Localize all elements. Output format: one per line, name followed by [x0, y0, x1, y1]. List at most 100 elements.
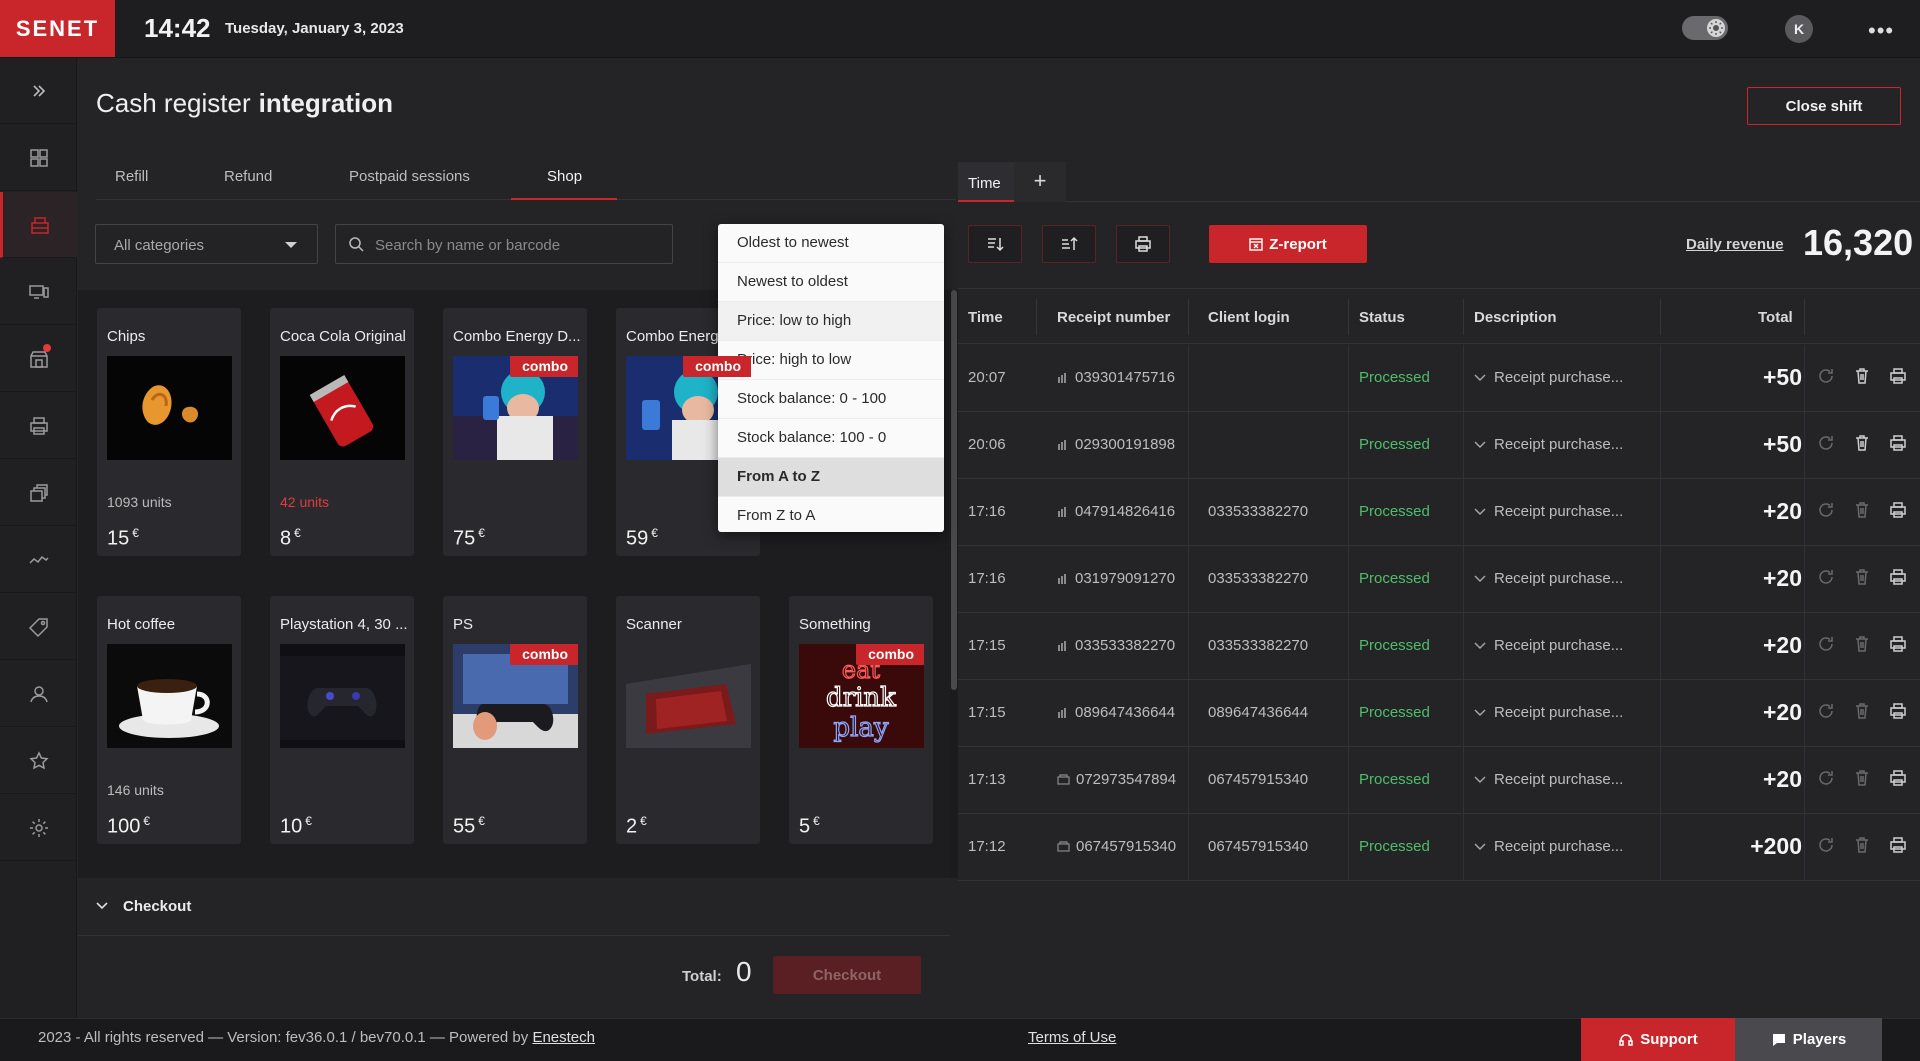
- tab-refill[interactable]: Refill: [115, 168, 148, 185]
- cash-register-icon[interactable]: [0, 192, 77, 258]
- checkout-button[interactable]: Checkout: [773, 956, 921, 994]
- product-search-input[interactable]: Search by name or barcode: [335, 224, 673, 264]
- chevron-down-icon[interactable]: [1474, 776, 1486, 784]
- printer-icon[interactable]: [0, 393, 77, 459]
- printer-icon[interactable]: [1888, 567, 1908, 587]
- receipt-description[interactable]: Receipt purchase...: [1494, 369, 1623, 386]
- printer-icon[interactable]: [1888, 835, 1908, 855]
- support-button[interactable]: Support: [1581, 1018, 1735, 1061]
- settings-icon[interactable]: [0, 795, 77, 861]
- receipt-row[interactable]: 17:13 072973547894 067457915340 Processed Re…: [958, 747, 1920, 814]
- trash-icon[interactable]: [1852, 768, 1872, 788]
- column-client-login[interactable]: Client login: [1208, 309, 1290, 326]
- tab-time[interactable]: Time: [958, 162, 1014, 202]
- add-tab-button[interactable]: +: [1014, 162, 1066, 202]
- refresh-icon[interactable]: [1816, 366, 1836, 386]
- tab-shop[interactable]: Shop: [547, 168, 582, 185]
- sort-option[interactable]: Stock balance: 0 - 100: [718, 380, 944, 419]
- refresh-icon[interactable]: [1816, 567, 1836, 587]
- sort-option[interactable]: From Z to A: [718, 497, 944, 532]
- enestech-link[interactable]: Enestech: [532, 1029, 595, 1046]
- refresh-icon[interactable]: [1816, 500, 1836, 520]
- senet-logo[interactable]: SENET: [0, 0, 115, 57]
- product-card[interactable]: PS combo 55 €: [443, 596, 587, 844]
- chevron-down-icon[interactable]: [1474, 508, 1486, 516]
- tab-postpaid-sessions[interactable]: Postpaid sessions: [349, 168, 470, 185]
- sort-option[interactable]: Oldest to newest: [718, 224, 944, 263]
- chevron-down-icon[interactable]: [1474, 575, 1486, 583]
- receipt-row[interactable]: 20:06 029300191898 Processed Receipt purcha…: [958, 412, 1920, 479]
- chevron-down-icon[interactable]: [1474, 441, 1486, 449]
- receipt-row[interactable]: 17:15 089647436644 089647436644 Processed Re…: [958, 680, 1920, 747]
- printer-icon[interactable]: [1888, 500, 1908, 520]
- checkout-section[interactable]: Checkout: [78, 878, 950, 936]
- more-menu-icon[interactable]: •••: [1868, 18, 1894, 44]
- chevron-down-icon[interactable]: [1474, 709, 1486, 717]
- column-total[interactable]: Total: [1758, 309, 1793, 326]
- promo-icon[interactable]: [0, 594, 77, 660]
- refresh-icon[interactable]: [1816, 433, 1836, 453]
- receipt-row[interactable]: 17:16 031979091270 033533382270 Processed Re…: [958, 546, 1920, 613]
- printer-icon[interactable]: [1888, 701, 1908, 721]
- star-icon[interactable]: [0, 728, 77, 794]
- close-shift-button[interactable]: Close shift: [1747, 87, 1901, 125]
- product-card[interactable]: Combo Energy D... combo 75 €: [443, 308, 587, 556]
- trash-icon[interactable]: [1852, 567, 1872, 587]
- receipt-row[interactable]: 20:07 039301475716 Processed Receipt purcha…: [958, 345, 1920, 412]
- column-status[interactable]: Status: [1359, 309, 1405, 326]
- chevron-down-icon[interactable]: [1474, 374, 1486, 382]
- receipt-description[interactable]: Receipt purchase...: [1494, 570, 1623, 587]
- product-card[interactable]: Something combo eat drink play 5 €: [789, 596, 933, 844]
- product-card[interactable]: Scanner 2 €: [616, 596, 760, 844]
- product-scrollbar-thumb[interactable]: [951, 290, 957, 690]
- column-description[interactable]: Description: [1474, 309, 1557, 326]
- refresh-icon[interactable]: [1816, 701, 1836, 721]
- trash-icon[interactable]: [1852, 835, 1872, 855]
- trash-icon[interactable]: [1852, 433, 1872, 453]
- product-card[interactable]: Coca Cola Original 42 units 8 €: [270, 308, 414, 556]
- sort-option[interactable]: Price: high to low: [718, 341, 944, 380]
- chevron-down-icon[interactable]: [1474, 843, 1486, 851]
- shop-icon[interactable]: [0, 326, 77, 392]
- printer-icon[interactable]: [1888, 366, 1908, 386]
- product-card[interactable]: Chips 1093 units 15 €: [97, 308, 241, 556]
- receipt-description[interactable]: Receipt purchase...: [1494, 704, 1623, 721]
- receipt-row[interactable]: 17:12 067457915340 067457915340 Processed Re…: [958, 814, 1920, 881]
- column-time[interactable]: Time: [968, 309, 1003, 326]
- receipt-description[interactable]: Receipt purchase...: [1494, 503, 1623, 520]
- expand-icon[interactable]: [0, 58, 77, 124]
- print-button[interactable]: [1116, 225, 1170, 263]
- trash-icon[interactable]: [1852, 500, 1872, 520]
- terms-of-use-link[interactable]: Terms of Use: [1028, 1029, 1116, 1046]
- receipt-description[interactable]: Receipt purchase...: [1494, 771, 1623, 788]
- product-card[interactable]: Hot coffee 146 units 100 €: [97, 596, 241, 844]
- trash-icon[interactable]: [1852, 634, 1872, 654]
- refresh-icon[interactable]: [1816, 768, 1836, 788]
- category-select[interactable]: All categories: [95, 224, 318, 264]
- sort-option[interactable]: Price: low to high: [718, 302, 944, 341]
- devices-icon[interactable]: [0, 259, 77, 325]
- dashboard-icon[interactable]: [0, 125, 77, 191]
- layers-icon[interactable]: [0, 460, 77, 526]
- players-button[interactable]: Players: [1735, 1018, 1882, 1061]
- receipt-description[interactable]: Receipt purchase...: [1494, 838, 1623, 855]
- printer-icon[interactable]: [1888, 634, 1908, 654]
- sort-option[interactable]: Newest to oldest: [718, 263, 944, 302]
- tab-refund[interactable]: Refund: [224, 168, 272, 185]
- sort-option[interactable]: Stock balance: 100 - 0: [718, 419, 944, 458]
- trash-icon[interactable]: [1852, 366, 1872, 386]
- sort-desc-button[interactable]: [1042, 225, 1096, 263]
- sort-option-selected[interactable]: From A to Z: [718, 458, 944, 497]
- sort-asc-button[interactable]: [968, 225, 1022, 263]
- receipt-row[interactable]: 17:15 033533382270 033533382270 Processed Re…: [958, 613, 1920, 680]
- printer-icon[interactable]: [1888, 433, 1908, 453]
- receipt-description[interactable]: Receipt purchase...: [1494, 637, 1623, 654]
- user-avatar[interactable]: K: [1785, 15, 1813, 43]
- receipt-description[interactable]: Receipt purchase...: [1494, 436, 1623, 453]
- printer-icon[interactable]: [1888, 768, 1908, 788]
- z-report-button[interactable]: Z-report: [1209, 225, 1367, 263]
- analytics-icon[interactable]: [0, 527, 77, 593]
- column-receipt-number[interactable]: Receipt number: [1057, 309, 1170, 326]
- refresh-icon[interactable]: [1816, 634, 1836, 654]
- theme-toggle[interactable]: [1682, 16, 1728, 40]
